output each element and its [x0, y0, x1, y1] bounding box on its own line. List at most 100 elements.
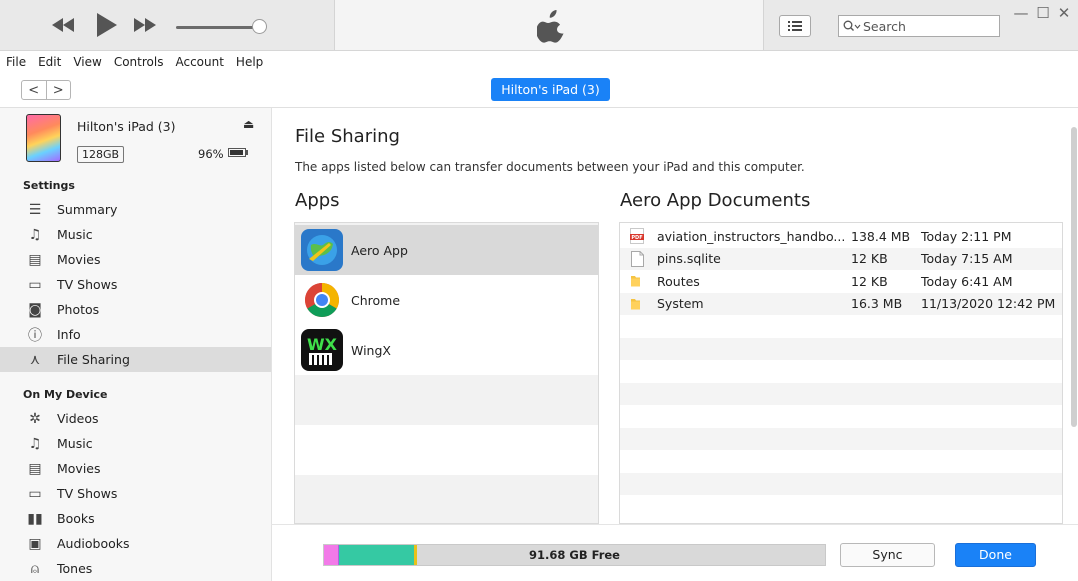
settings-section-title: Settings: [23, 179, 75, 192]
sidebar-item-info[interactable]: ⓘ Info: [0, 322, 271, 347]
device-name: Hilton's iPad (3): [77, 119, 176, 134]
document-date: Today 7:15 AM: [921, 251, 1013, 267]
sidebar-item-label: Summary: [57, 202, 118, 217]
app-name: WingX: [351, 342, 391, 358]
sidebar-item-label: Music: [57, 436, 93, 451]
search-field[interactable]: [838, 15, 1000, 37]
document-row[interactable]: pins.sqlite 12 KB Today 7:15 AM: [620, 247, 1062, 270]
empty-row: [620, 382, 1062, 405]
close-button[interactable]: ✕: [1053, 4, 1075, 22]
app-row-chrome[interactable]: Chrome: [295, 275, 598, 325]
menu-help[interactable]: Help: [230, 55, 269, 69]
maximize-button[interactable]: ☐: [1032, 4, 1054, 22]
sidebar-item-books[interactable]: ▮▮ Books: [0, 506, 271, 531]
scrollbar[interactable]: [1071, 127, 1077, 427]
app-row-aero-app[interactable]: Aero App: [295, 225, 598, 275]
document-name: pins.sqlite: [657, 251, 721, 267]
pdf-icon: PDF: [629, 228, 645, 245]
sidebar-item-label: File Sharing: [57, 352, 130, 367]
folder-icon: [629, 297, 645, 311]
device-button[interactable]: Hilton's iPad (3): [491, 78, 610, 101]
sidebar-item-movies[interactable]: ▤ Movies: [0, 456, 271, 481]
info-icon: ⓘ: [28, 327, 42, 344]
fast-forward-button[interactable]: [132, 14, 158, 36]
list-icon: [788, 21, 802, 31]
document-row[interactable]: System 16.3 MB 11/13/2020 12:42 PM: [620, 292, 1062, 315]
sync-button[interactable]: Sync: [840, 543, 935, 567]
folder-icon: [629, 274, 645, 288]
sidebar-item-label: TV Shows: [57, 486, 118, 501]
music-icon: ♫: [28, 226, 42, 243]
page-description: The apps listed below can transfer docum…: [295, 160, 805, 174]
sidebar-item-label: Audiobooks: [57, 536, 130, 551]
file-icon: [629, 250, 645, 267]
sidebar-item-photos[interactable]: ◙ Photos: [0, 297, 271, 322]
empty-row: [620, 472, 1062, 495]
empty-row: [620, 360, 1062, 383]
sidebar-item-tv-shows[interactable]: ▭ TV Shows: [0, 272, 271, 297]
sidebar-item-music[interactable]: ♫ Music: [0, 431, 271, 456]
document-size: 12 KB: [851, 251, 888, 267]
list-view-button[interactable]: [779, 15, 811, 37]
ipad-thumbnail: [26, 114, 61, 162]
sidebar-item-label: Movies: [57, 461, 101, 476]
done-button[interactable]: Done: [955, 543, 1036, 567]
document-date: Today 6:41 AM: [921, 273, 1013, 289]
sidebar-item-label: Movies: [57, 252, 101, 267]
summary-icon: ☰: [28, 201, 42, 218]
play-button[interactable]: [95, 11, 119, 39]
battery-icon: [228, 148, 246, 157]
document-row[interactable]: PDF aviation_instructors_handbo... 138.4 M…: [620, 225, 1062, 248]
forward-button[interactable]: >: [47, 81, 71, 99]
sidebar-item-file-sharing[interactable]: ⋏ File Sharing: [0, 347, 271, 372]
chevron-right-icon: >: [52, 82, 64, 98]
sidebar-item-tv-shows[interactable]: ▭ TV Shows: [0, 481, 271, 506]
menu-account[interactable]: Account: [169, 55, 229, 69]
empty-row: [620, 495, 1062, 518]
menu-edit[interactable]: Edit: [32, 55, 67, 69]
document-date: Today 2:11 PM: [921, 228, 1012, 244]
sidebar-item-summary[interactable]: ☰ Summary: [0, 197, 271, 222]
menu-view[interactable]: View: [67, 55, 107, 69]
eject-icon[interactable]: ⏏: [243, 117, 254, 131]
document-row[interactable]: Routes 12 KB Today 6:41 AM: [620, 270, 1062, 293]
movies-icon: ▤: [28, 251, 42, 268]
sidebar-item-label: Photos: [57, 302, 100, 317]
document-size: 138.4 MB: [851, 228, 911, 244]
empty-row: [620, 450, 1062, 473]
minimize-button[interactable]: —: [1010, 4, 1032, 22]
empty-row: [295, 425, 598, 475]
rewind-button[interactable]: [50, 14, 76, 36]
documents-list: PDF aviation_instructors_handbo... 138.4 M…: [619, 222, 1063, 524]
menu-controls[interactable]: Controls: [108, 55, 170, 69]
play-icon: [97, 13, 117, 37]
sidebar-item-audiobooks[interactable]: ▣ Audiobooks: [0, 531, 271, 556]
sidebar-item-videos[interactable]: ✲ Videos: [0, 406, 271, 431]
aero-app-icon: [301, 229, 343, 271]
battery-nub: [246, 150, 248, 155]
history-buttons: < >: [21, 80, 71, 100]
books-icon: ▮▮: [27, 510, 43, 527]
document-name: System: [657, 296, 704, 312]
search-input[interactable]: [863, 18, 983, 34]
sidebar-item-tones[interactable]: ⍝ Tones: [0, 556, 271, 581]
sidebar-item-label: Tones: [57, 561, 93, 576]
volume-slider-knob[interactable]: [252, 19, 267, 34]
audiobooks-icon: ▣: [28, 535, 42, 552]
empty-row: [620, 427, 1062, 450]
menu-file[interactable]: File: [0, 55, 32, 69]
storage-free-label: 91.68 GB Free: [529, 548, 620, 562]
app-name: Chrome: [351, 292, 401, 308]
empty-row: [620, 315, 1062, 338]
volume-slider-track[interactable]: [176, 26, 260, 29]
sidebar-item-movies[interactable]: ▤ Movies: [0, 247, 271, 272]
bell-icon: ⍝: [30, 560, 40, 577]
apps-heading: Apps: [295, 190, 340, 211]
empty-row: [620, 405, 1062, 428]
back-button[interactable]: <: [22, 81, 47, 99]
bottom-divider: [271, 524, 1078, 525]
sidebar-item-label: Videos: [57, 411, 99, 426]
sidebar-item-music[interactable]: ♫ Music: [0, 222, 271, 247]
app-row-wingx[interactable]: WX WingX: [295, 325, 598, 375]
tv-icon: ▭: [28, 276, 42, 293]
